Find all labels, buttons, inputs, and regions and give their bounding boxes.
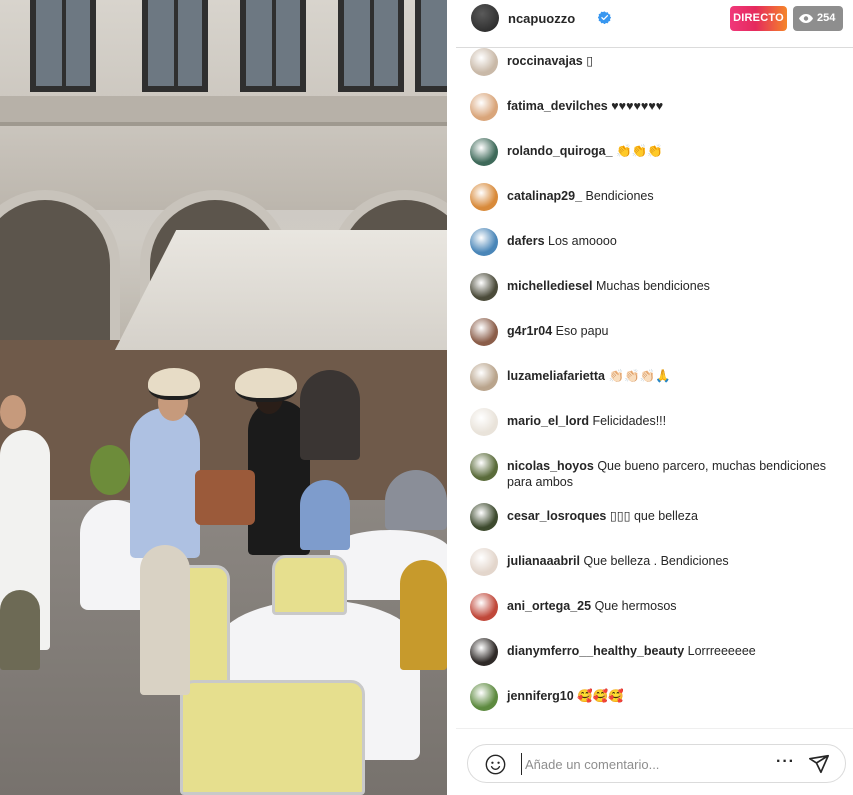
commenter-username[interactable]: jenniferg10	[507, 689, 574, 703]
comment-body: Lorrreeeeee	[687, 644, 756, 658]
smiley-icon[interactable]	[485, 754, 506, 775]
comment-body: Bendiciones	[585, 189, 654, 203]
man-hat	[148, 368, 200, 400]
live-video[interactable]	[0, 0, 447, 795]
commenter-username[interactable]: dianymferro__healthy_beauty	[507, 644, 684, 658]
comment-text: luzameliafarietta 👏🏻👏🏻👏🏻🙏	[507, 368, 842, 384]
commenter-avatar[interactable]	[470, 638, 498, 666]
comment-text: cesar_losroques ▯▯▯ que belleza	[507, 508, 842, 524]
commenter-avatar[interactable]	[470, 228, 498, 256]
comment-text: roccinavajas ▯	[507, 53, 842, 69]
cafe-chair	[180, 680, 365, 795]
commenter-username[interactable]: dafers	[507, 234, 545, 248]
building-window	[415, 0, 447, 92]
commenter-username[interactable]: g4r1r04	[507, 324, 552, 338]
comment-body: ▯	[586, 54, 594, 68]
commenter-avatar[interactable]	[470, 363, 498, 391]
seated-woman	[300, 480, 350, 550]
commenter-avatar[interactable]	[470, 683, 498, 711]
commenter-avatar[interactable]	[470, 503, 498, 531]
comment-body: Los amoooo	[548, 234, 617, 248]
eye-icon	[799, 14, 813, 23]
man-shirt	[130, 408, 200, 558]
person-left-head	[0, 395, 26, 429]
comment-body: ▯▯▯ que belleza	[609, 509, 698, 523]
seated-man	[385, 470, 447, 530]
live-header: ncapuozzo DIRECTO 254	[456, 0, 853, 48]
comment-input-wrapper: ···	[467, 744, 846, 783]
ellipsis-icon[interactable]: ···	[776, 754, 796, 774]
comment-text: fatima_devilches ♥♥♥♥♥♥♥	[507, 98, 842, 114]
comment-body: Que belleza . Bendiciones	[583, 554, 729, 568]
comment-body: Felicidades!!!	[592, 414, 667, 428]
paper-plane-icon[interactable]	[808, 753, 830, 775]
comment-text: michellediesel Muchas bendiciones	[507, 278, 842, 294]
commenter-username[interactable]: nicolas_hoyos	[507, 459, 594, 473]
host-username[interactable]: ncapuozzo	[508, 11, 575, 26]
building-window	[240, 0, 306, 92]
commenter-avatar[interactable]	[470, 408, 498, 436]
viewer-count: 254	[817, 12, 836, 24]
person-left-shorts	[0, 590, 40, 670]
comment-text: ani_ortega_25 Que hermosos	[507, 598, 842, 614]
commenter-avatar[interactable]	[470, 138, 498, 166]
commenter-username[interactable]: luzameliafarietta	[507, 369, 605, 383]
commenter-avatar[interactable]	[470, 548, 498, 576]
building-window	[338, 0, 404, 92]
building-window	[142, 0, 208, 92]
comment-body: Que hermosos	[594, 599, 677, 613]
commenter-avatar[interactable]	[470, 273, 498, 301]
commenter-avatar[interactable]	[470, 593, 498, 621]
building-cornice	[0, 96, 447, 126]
live-side-panel: ncapuozzo DIRECTO 254 roccinavajas ▯ fati…	[456, 0, 853, 795]
comment-text: rolando_quiroga_ 👏👏👏	[507, 143, 842, 159]
comment-text: jenniferg10 🥰🥰🥰	[507, 688, 842, 704]
commenter-username[interactable]: rolando_quiroga_	[507, 144, 613, 158]
commenter-username[interactable]: michellediesel	[507, 279, 592, 293]
host-avatar[interactable]	[471, 4, 499, 32]
comment-text: dafers Los amoooo	[507, 233, 842, 249]
commenter-avatar[interactable]	[470, 183, 498, 211]
commenter-avatar[interactable]	[470, 48, 498, 76]
commenter-avatar[interactable]	[470, 318, 498, 346]
commenter-username[interactable]: fatima_devilches	[507, 99, 608, 113]
building-window	[30, 0, 96, 92]
planter	[90, 445, 130, 495]
viewer-count-badge[interactable]: 254	[793, 6, 843, 31]
comment-composer: ···	[456, 728, 853, 795]
cafe-chair	[272, 555, 347, 615]
comment-text: nicolas_hoyos Que bueno parcero, muchas …	[507, 458, 842, 490]
comment-text: mario_el_lord Felicidades!!!	[507, 413, 842, 429]
comment-body: 🥰🥰🥰	[577, 689, 624, 703]
commenter-avatar[interactable]	[470, 93, 498, 121]
comment-body: Eso papu	[555, 324, 609, 338]
comment-body: 👏👏👏	[616, 144, 663, 158]
panel-divider	[447, 0, 456, 795]
commenter-username[interactable]: julianaaabril	[507, 554, 580, 568]
commenter-username[interactable]: ani_ortega_25	[507, 599, 591, 613]
comment-text: g4r1r04 Eso papu	[507, 323, 842, 339]
seated-guest	[400, 560, 447, 670]
planter	[195, 470, 255, 525]
comment-body: ♥♥♥♥♥♥♥	[611, 99, 664, 113]
commenter-username[interactable]: cesar_losroques	[507, 509, 606, 523]
comment-text: catalinap29_ Bendiciones	[507, 188, 842, 204]
guitarist	[300, 370, 360, 460]
comment-body: 👏🏻👏🏻👏🏻🙏	[608, 369, 671, 383]
comment-list[interactable]: roccinavajas ▯ fatima_devilches ♥♥♥♥♥♥♥ ro…	[456, 48, 853, 728]
comment-text: julianaaabril Que belleza . Bendiciones	[507, 553, 842, 569]
commenter-username[interactable]: roccinavajas	[507, 54, 583, 68]
comment-text: dianymferro__healthy_beauty Lorrreeeeee	[507, 643, 842, 659]
commenter-avatar[interactable]	[470, 453, 498, 481]
comment-body: Muchas bendiciones	[595, 279, 710, 293]
live-badge: DIRECTO	[730, 6, 787, 31]
commenter-username[interactable]: mario_el_lord	[507, 414, 589, 428]
comment-input[interactable]	[521, 753, 761, 775]
man-trousers	[140, 545, 190, 695]
commenter-username[interactable]: catalinap29_	[507, 189, 582, 203]
woman-hat	[235, 368, 297, 402]
verified-badge-icon	[598, 11, 611, 24]
